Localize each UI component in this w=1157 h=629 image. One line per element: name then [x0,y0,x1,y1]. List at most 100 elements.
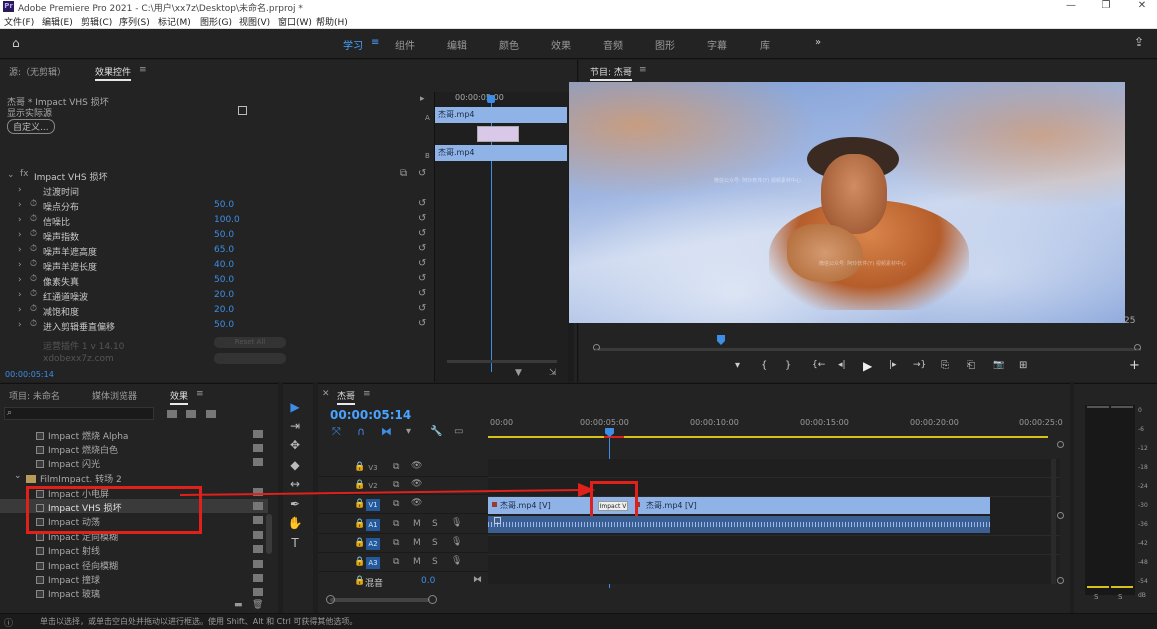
reset-icon[interactable]: ↺ [418,303,426,314]
mark-in-icon[interactable]: { [761,360,767,371]
mix-end-icon[interactable]: ⧓ [473,575,482,585]
expand-arrow-icon[interactable]: › [18,215,22,225]
step-back-icon[interactable]: ◂| [838,360,846,370]
mute-button[interactable]: M [413,519,421,529]
eye-icon[interactable]: 👁 [411,479,422,489]
sync-lock-icon[interactable]: ⧉ [393,462,399,472]
workspace-libraries[interactable]: 库 [760,37,770,52]
mix-value[interactable]: 0.0 [421,576,435,586]
zoom-right-handle[interactable] [428,595,437,604]
captions-icon[interactable]: ▭ [454,426,463,437]
effects-search-input[interactable]: ⌕ [4,407,154,420]
tab-effects[interactable]: 效果 [170,389,189,405]
rail-handle[interactable] [1057,577,1064,584]
microphone-icon[interactable]: 🎙 [451,537,462,547]
tab-source[interactable]: 源:（无剪辑） [9,65,66,78]
track-label-a2[interactable]: A2 [366,538,380,550]
expand-arrow-icon[interactable]: › [18,230,22,240]
plugin-reset-button[interactable]: Reset All [214,337,286,348]
button-editor-icon[interactable]: + [1129,358,1140,373]
track-label-v1[interactable]: V1 [366,499,380,511]
reset-icon[interactable]: ↺ [418,258,426,269]
comparison-view-icon[interactable]: ⊞ [1019,360,1027,371]
mini-transition[interactable] [477,126,519,142]
rail-handle[interactable] [1057,512,1064,519]
menu-marker[interactable]: 标记(M) [158,15,191,28]
expand-arrow-icon[interactable]: › [18,245,22,255]
track-label-a3[interactable]: A3 [366,557,380,569]
microphone-icon[interactable]: 🎙 [451,518,462,528]
extract-icon[interactable]: ⎗ [967,360,975,371]
expand-arrow-icon[interactable]: ▸ [420,94,425,104]
reset-icon[interactable]: ↺ [418,213,426,224]
lock-icon[interactable]: 🔒 [354,462,365,472]
property-value[interactable]: 65.0 [214,245,234,255]
yuv-filter-icon[interactable] [206,410,216,418]
sync-lock-icon[interactable]: ⧉ [393,519,399,529]
expand-arrow-icon[interactable]: › [18,320,22,330]
list-item[interactable]: Impact 径向模糊 [0,557,268,572]
play-icon[interactable]: ▶ [863,359,872,373]
tab-effect-controls[interactable]: 效果控件 [95,65,132,81]
menu-clip[interactable]: 剪辑(C) [81,15,112,28]
lock-icon[interactable]: 🔒 [354,519,365,529]
workspace-menu-icon[interactable]: ≡ [371,37,379,48]
time-ruler[interactable]: 00:00 00:00:05:00 00:00:10:00 00:00:15:0… [488,412,1063,440]
slip-tool-icon[interactable]: ↔ [283,475,307,493]
panel-menu-icon[interactable]: ≡ [139,65,147,75]
close-tab-icon[interactable]: ✕ [322,389,330,399]
track-label-a1[interactable]: A1 [366,519,380,531]
mini-scrollbar[interactable] [447,360,557,363]
list-item[interactable]: Impact 燃烧白色 [0,441,268,456]
microphone-icon[interactable]: 🎙 [451,556,462,566]
solo-button[interactable]: S [432,519,438,529]
property-value[interactable]: 40.0 [214,260,234,270]
workspace-effects[interactable]: 效果 [551,37,571,52]
go-to-out-icon[interactable]: →} [913,360,926,370]
filter-icon[interactable]: ▼ [515,368,522,378]
timeline-timecode[interactable]: 00:00:05:14 [330,408,411,422]
track-label-v3[interactable]: V3 [366,462,380,474]
effect-controls-timecode[interactable]: 00:00:05:14 [5,370,54,379]
solo-button[interactable]: S [432,538,438,548]
workspace-graphics[interactable]: 图形 [655,37,675,52]
menu-sequence[interactable]: 序列(S) [119,15,150,28]
menu-window[interactable]: 窗口(W) [278,15,312,28]
timeline-horizontal-scrollbar[interactable] [330,598,430,602]
tab-media-browser[interactable]: 媒体浏览器 [92,389,137,402]
custom-button[interactable]: 自定义... [7,119,55,134]
track-label-v2[interactable]: V2 [366,480,380,492]
timeline-vertical-scrollbar[interactable] [1051,459,1056,584]
property-value[interactable]: 100.0 [214,215,240,225]
ripple-edit-tool-icon[interactable]: ✥ [283,436,307,454]
panel-menu-icon[interactable]: ≡ [639,65,647,75]
menu-edit[interactable]: 编辑(E) [42,15,73,28]
workspace-learn[interactable]: 学习 [343,37,363,52]
sync-lock-icon[interactable]: ⧉ [393,480,399,490]
menu-file[interactable]: 文件(F) [4,15,34,28]
share-icon[interactable]: ⇪ [1134,35,1144,49]
list-item[interactable]: Impact 闪光 [0,455,268,470]
lock-icon[interactable]: 🔒 [354,557,365,567]
stopwatch-icon[interactable]: ⏱ [30,289,37,299]
reset-icon[interactable]: ↺ [418,288,426,299]
show-actual-source-checkbox[interactable] [238,106,247,115]
mute-button[interactable]: M [413,557,421,567]
workspace-color[interactable]: 颜色 [499,37,519,52]
solo-left-button[interactable]: S [1094,593,1098,601]
stopwatch-icon[interactable]: ⏱ [30,259,37,269]
sync-lock-icon[interactable]: ⧉ [393,499,399,509]
accelerated-filter-icon[interactable] [167,410,177,418]
expand-arrow-icon[interactable]: › [18,260,22,270]
razor-tool-icon[interactable]: ◆ [283,456,307,474]
effects-scrollbar[interactable] [266,514,272,554]
menu-graphics[interactable]: 图形(G) [200,15,232,28]
stopwatch-icon[interactable]: ⏱ [30,214,37,224]
audio-clip-a1[interactable] [488,516,990,533]
sync-lock-icon[interactable]: ⧉ [393,557,399,567]
expand-arrow-icon[interactable]: › [18,200,22,210]
reset-effect-icon[interactable]: ↺ [418,168,426,179]
stopwatch-icon[interactable]: ⏱ [30,199,37,209]
lock-icon[interactable]: 🔒 [354,538,365,548]
mute-button[interactable]: M [413,538,421,548]
